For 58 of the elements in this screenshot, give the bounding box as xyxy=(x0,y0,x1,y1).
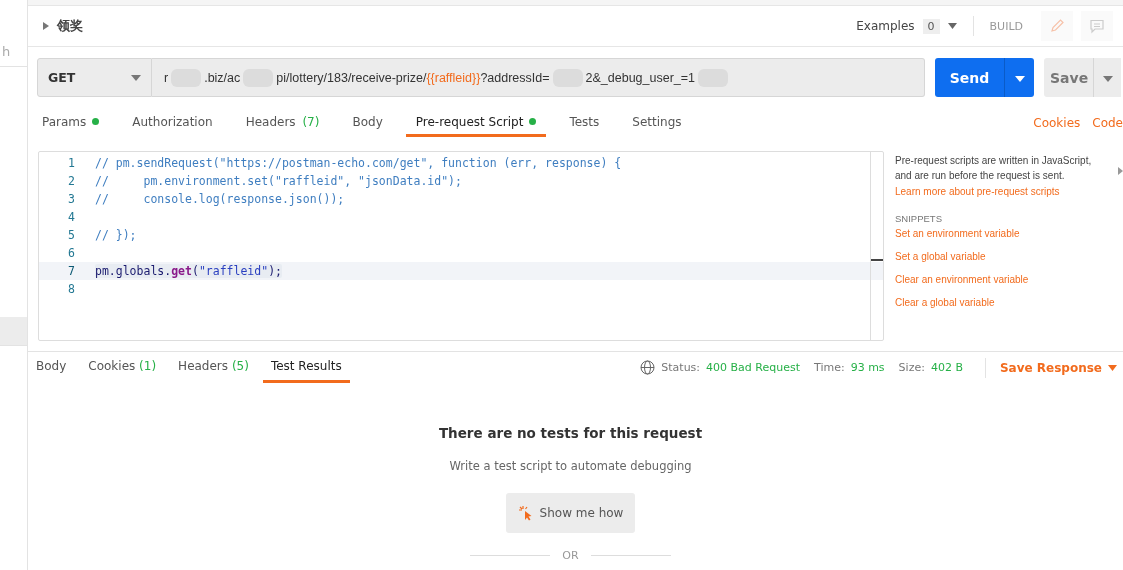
response-tab[interactable]: Body xyxy=(28,352,75,383)
status-value: 400 Bad Request xyxy=(706,361,800,374)
line-number: 2 xyxy=(67,174,76,188)
caret-icon xyxy=(1102,76,1113,82)
size-value: 402 B xyxy=(930,361,963,374)
line-number: 3 xyxy=(67,192,76,206)
line-number: 8 xyxy=(67,282,76,296)
or-divider-text: OR xyxy=(562,549,579,562)
expand-icon[interactable] xyxy=(43,22,49,30)
time-value: 93 ms xyxy=(850,361,885,374)
code-line: // console.log(response.json()); xyxy=(95,192,345,206)
comments-button[interactable] xyxy=(1081,11,1113,41)
method-dropdown[interactable]: GET xyxy=(37,58,152,97)
line-number: 1 xyxy=(67,156,76,170)
request-tab[interactable]: Pre-request Script xyxy=(405,109,547,137)
url-field[interactable]: r .biz/ac pi/lottery/183/receive-prize/{{raffleid}}?addressId= 2&_debug_user_=1 xyxy=(152,58,925,97)
empty-title: There are no tests for this request xyxy=(438,425,703,441)
save-button[interactable]: Save xyxy=(1044,58,1093,97)
request-tab[interactable]: Headers (7) xyxy=(235,109,330,137)
size-label: Size: xyxy=(898,361,925,374)
send-button[interactable]: Send xyxy=(935,58,1004,97)
help-text: Pre-request scripts are written in JavaScript, and are run before the request is sent. xyxy=(895,154,1093,183)
examples-label[interactable]: Examples xyxy=(856,19,915,33)
line-number: 6 xyxy=(67,246,76,260)
snippets-heading: SNIPPETS xyxy=(895,213,943,224)
show-me-how-button[interactable]: Show me how xyxy=(505,493,636,533)
code-line: // pm.environment.set("raffleid", "jsonData.id"); xyxy=(95,174,462,188)
code-line: // pm.sendRequest("https://postman-echo.com/get", function (err, response) { xyxy=(95,156,622,170)
request-name: 领奖 xyxy=(57,17,83,35)
line-number: 7 xyxy=(67,264,76,278)
comment-icon xyxy=(1089,18,1105,34)
response-tab[interactable]: Test Results xyxy=(262,352,350,383)
line-number: 5 xyxy=(67,228,76,242)
request-tab[interactable]: Body xyxy=(342,109,393,137)
save-options-button[interactable] xyxy=(1093,58,1121,97)
time-label: Time: xyxy=(814,361,845,374)
caret-icon[interactable] xyxy=(947,23,957,29)
line-number: 4 xyxy=(67,210,76,224)
response-tab[interactable]: Cookies (1) xyxy=(80,352,165,383)
response-tab[interactable]: Headers (5) xyxy=(170,352,257,383)
caret-icon xyxy=(1014,76,1025,82)
pencil-icon xyxy=(1049,18,1065,34)
send-options-button[interactable] xyxy=(1004,58,1034,97)
request-tab[interactable]: Settings xyxy=(622,109,692,137)
mode-label: BUILD xyxy=(989,19,1023,33)
empty-subtitle: Write a test script to automate debugging xyxy=(449,459,692,473)
cursor-click-icon xyxy=(517,505,534,521)
caret-icon xyxy=(131,74,141,81)
globe-icon[interactable] xyxy=(640,360,656,375)
caret-icon[interactable] xyxy=(1108,364,1117,371)
request-tab[interactable]: Tests xyxy=(559,109,610,137)
examples-count: 0 xyxy=(922,18,940,34)
status-label: Status: xyxy=(661,361,701,374)
request-tab[interactable]: Authorization xyxy=(122,109,223,137)
collapse-icon[interactable] xyxy=(1118,167,1123,175)
code-editor[interactable] xyxy=(38,151,884,341)
request-tab[interactable]: Params xyxy=(32,109,110,137)
code-line: // }); xyxy=(95,228,137,242)
